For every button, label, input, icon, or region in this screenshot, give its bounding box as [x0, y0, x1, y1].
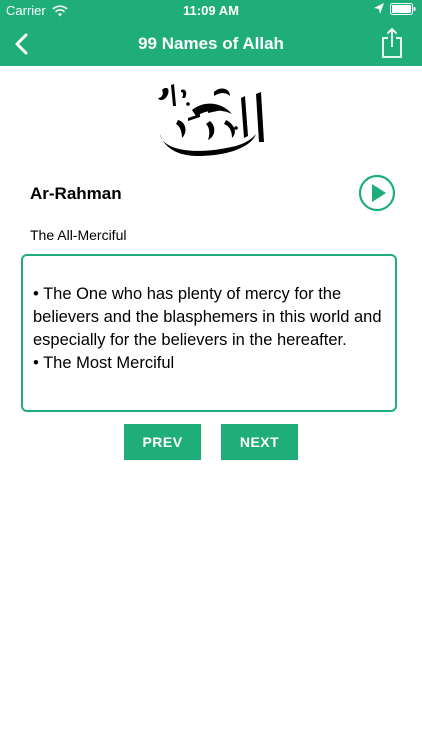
description-line: • The Most Merciful	[33, 354, 175, 372]
nav-bar: 99 Names of Allah	[0, 22, 422, 66]
description-line: • The One who has plenty of mercy for th…	[33, 285, 382, 349]
share-icon[interactable]	[380, 28, 404, 58]
description-box: • The One who has plenty of mercy for th…	[21, 254, 397, 412]
status-time: 11:09 AM	[183, 3, 239, 18]
status-bar: Carrier 11:09 AM	[0, 0, 422, 22]
name-meaning: The All-Merciful	[30, 227, 127, 243]
battery-icon	[390, 3, 416, 15]
name-transliteration: Ar-Rahman	[30, 184, 122, 203]
nav-title: 99 Names of Allah	[138, 34, 284, 53]
top-bar: Carrier 11:09 AM 99 Names of Allah	[0, 0, 422, 66]
prev-button[interactable]: PREV	[124, 424, 201, 460]
play-audio-icon[interactable]	[358, 174, 396, 212]
location-arrow-icon	[374, 3, 384, 14]
next-button[interactable]: NEXT	[221, 424, 298, 460]
status-right	[374, 3, 416, 15]
arabic-calligraphy-image	[158, 84, 264, 156]
